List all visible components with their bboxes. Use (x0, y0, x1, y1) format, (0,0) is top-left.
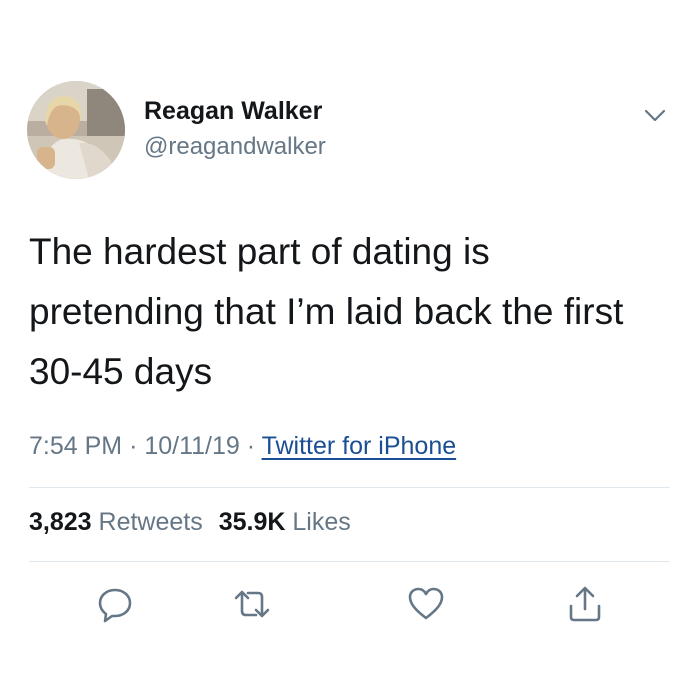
tweet-stats: 3,823 Retweets 35.9K Likes (29, 508, 351, 537)
tweet-text-line: 30-45 days (29, 351, 213, 392)
author-name[interactable]: Reagan Walker (144, 97, 322, 126)
tweet-text-line: pretending that I’m laid back the first (29, 291, 624, 332)
likes-count: 35.9K (218, 508, 286, 536)
tweet-time: 7:54 PM (29, 432, 123, 460)
author-handle[interactable]: @reagandwalker (144, 133, 326, 161)
meta-separator: · (246, 432, 256, 460)
divider (29, 487, 670, 488)
retweets-stat[interactable]: 3,823 Retweets (29, 508, 203, 536)
tweet-text-line: The hardest part of dating is (29, 231, 490, 272)
tweet-card: Reagan Walker @reagandwalker The hardest… (0, 0, 700, 700)
likes-label: Likes (292, 508, 351, 536)
profile-photo-icon (27, 81, 125, 179)
tweet-text: The hardest part of dating is pretending… (29, 222, 679, 402)
retweets-count: 3,823 (29, 508, 92, 536)
likes-stat[interactable]: 35.9K Likes (219, 508, 351, 536)
tweet-date: 10/11/19 (144, 432, 240, 460)
share-icon[interactable] (565, 584, 605, 624)
like-icon[interactable] (406, 584, 446, 624)
retweets-label: Retweets (98, 508, 203, 536)
divider (29, 561, 670, 562)
tweet-meta: 7:54 PM · 10/11/19 · Twitter for iPhone (29, 432, 456, 461)
reply-icon[interactable] (95, 584, 135, 624)
avatar[interactable] (27, 81, 125, 179)
tweet-source-link[interactable]: Twitter for iPhone (262, 432, 457, 460)
retweet-icon[interactable] (232, 584, 272, 624)
chevron-down-icon[interactable] (638, 103, 672, 129)
meta-separator: · (129, 432, 138, 460)
